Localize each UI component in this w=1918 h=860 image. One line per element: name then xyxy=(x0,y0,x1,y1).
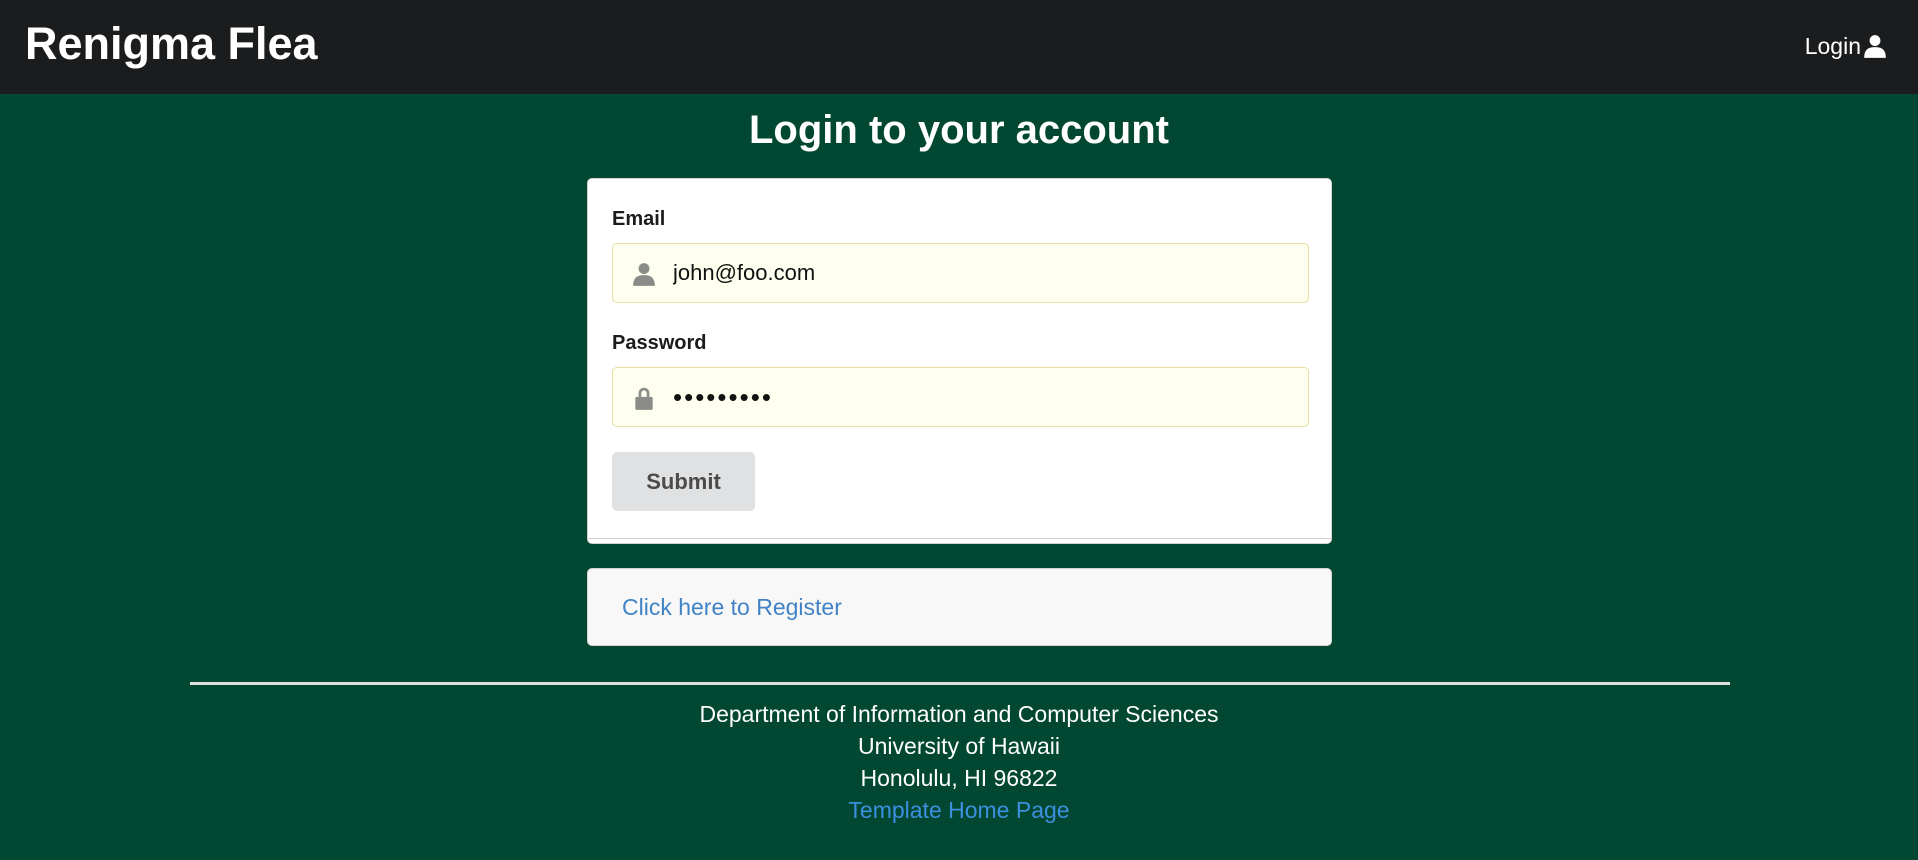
email-field-wrapper xyxy=(612,243,1309,303)
page-title: Login to your account xyxy=(749,108,1169,152)
top-navbar: Renigma Flea Login xyxy=(0,0,1918,94)
submit-button[interactable]: Submit xyxy=(612,452,755,511)
footer-divider xyxy=(190,682,1730,685)
email-label: Email xyxy=(612,208,666,230)
footer-address: Honolulu, HI 96822 xyxy=(860,765,1058,791)
register-message-box: Click here to Register xyxy=(587,568,1332,646)
footer: Department of Information and Computer S… xyxy=(0,698,1918,826)
password-field-wrapper xyxy=(612,367,1309,427)
register-link[interactable]: Click here to Register xyxy=(622,593,842,621)
footer-university: University of Hawaii xyxy=(858,733,1060,759)
user-icon xyxy=(633,263,655,286)
email-input[interactable] xyxy=(673,244,1293,302)
password-label: Password xyxy=(612,332,707,354)
lock-icon xyxy=(635,387,653,410)
login-menu-label[interactable]: Login xyxy=(1805,32,1861,60)
password-input[interactable] xyxy=(673,368,1293,426)
footer-department: Department of Information and Computer S… xyxy=(699,701,1219,727)
login-menu-item[interactable]: Login xyxy=(1805,32,1888,60)
user-icon xyxy=(1864,35,1886,58)
brand-title[interactable]: Renigma Flea xyxy=(25,18,318,70)
template-home-link[interactable]: Template Home Page xyxy=(848,797,1069,823)
login-form-card: Email Password Submit xyxy=(587,178,1332,544)
